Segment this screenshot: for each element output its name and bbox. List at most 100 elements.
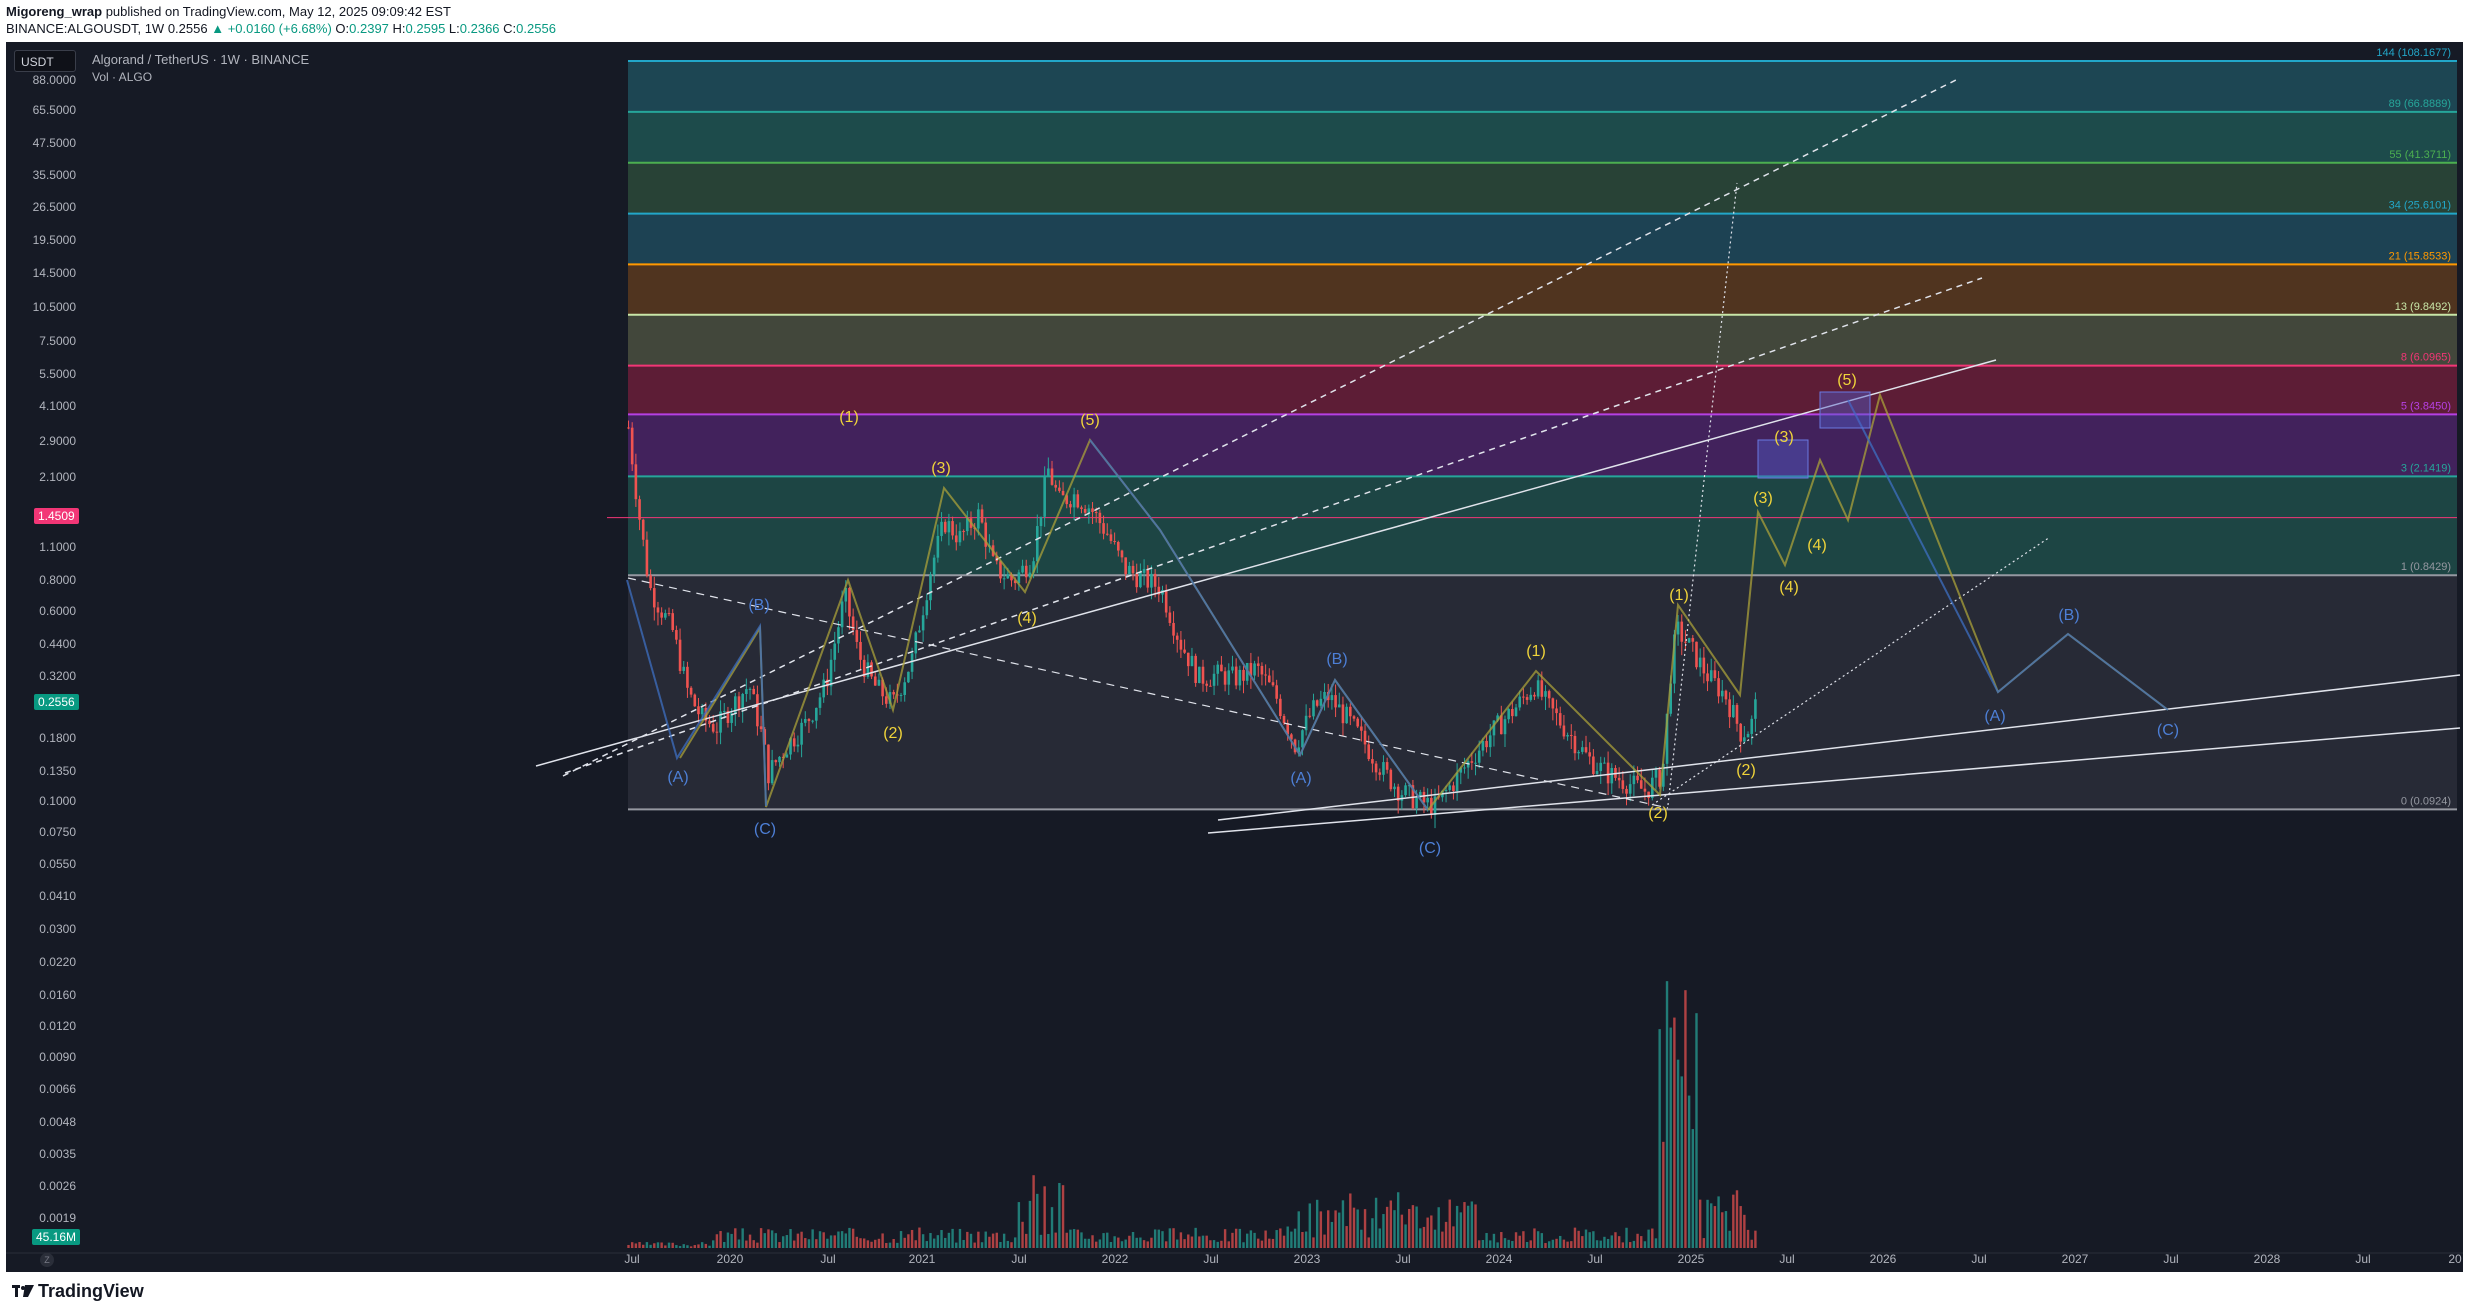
y-axis: 88.0000 65.5000 47.5000 35.5000 26.5000 19.50… xyxy=(33,73,77,1225)
blue-wave-label: (A) xyxy=(1984,708,2005,725)
candle-body xyxy=(745,689,748,695)
candle-body xyxy=(1069,504,1072,508)
y-tick-label: 0.0048 xyxy=(39,1115,76,1129)
volume-bar xyxy=(1290,1231,1293,1248)
candle-body xyxy=(951,521,954,536)
volume-bar xyxy=(1507,1239,1510,1248)
volume-bar xyxy=(1474,1204,1477,1248)
candle-body xyxy=(1271,682,1275,686)
candle-body xyxy=(697,706,700,715)
candle-body xyxy=(752,688,756,695)
blue-wave-label: (C) xyxy=(1419,840,1441,857)
candle-body xyxy=(1319,698,1323,706)
candle-body xyxy=(1164,590,1168,613)
y-tick-label: 0.6000 xyxy=(39,604,76,618)
volume-bar xyxy=(700,1242,704,1248)
candle-body xyxy=(737,696,741,710)
candle-body xyxy=(1349,706,1352,717)
volume-bar xyxy=(1430,1215,1433,1248)
volume-bar xyxy=(1190,1236,1194,1248)
volume-bar xyxy=(1205,1235,1208,1248)
y-tick-label: 35.5000 xyxy=(33,168,77,182)
candle-body xyxy=(818,697,822,708)
volume-bar xyxy=(1319,1211,1323,1248)
candle-body xyxy=(634,464,638,500)
candle-body xyxy=(1227,670,1231,685)
volume-bar xyxy=(1426,1217,1429,1248)
volume-bar xyxy=(1374,1197,1378,1248)
volume-bar xyxy=(656,1242,660,1248)
zoom-toggle-button[interactable]: Z xyxy=(40,1253,54,1267)
candle-body xyxy=(1588,752,1591,757)
candle-body xyxy=(1363,730,1367,745)
volume-bar xyxy=(822,1232,825,1248)
volume-bar xyxy=(1400,1214,1404,1248)
candle-body xyxy=(1223,671,1227,685)
candle-body xyxy=(715,731,719,733)
fib-label: 8 (6.0965) xyxy=(2401,352,2451,364)
candle-body xyxy=(627,427,630,429)
chart-svg[interactable]: 144 (108.1677) 89 (66.8889) 55 (41.3711) 34… xyxy=(0,0,2469,1310)
candle-body xyxy=(1282,715,1286,724)
yellow-wave-label: (1) xyxy=(1526,643,1546,660)
volume-bar xyxy=(1732,1194,1735,1248)
candle-body xyxy=(1610,768,1614,784)
candle-body xyxy=(954,535,958,543)
volume-bar xyxy=(1234,1228,1238,1248)
x-tick-label: Jul xyxy=(1395,1252,1410,1266)
candle-body xyxy=(1323,692,1326,699)
volume-bar xyxy=(962,1239,965,1248)
candle-body xyxy=(1080,507,1083,509)
volume-bar xyxy=(678,1246,682,1248)
volume-bar xyxy=(1338,1212,1341,1248)
volume-bar xyxy=(1382,1214,1385,1248)
blue-wave-label: (B) xyxy=(2058,607,2079,624)
candle-body xyxy=(932,557,936,575)
volume-bar xyxy=(1455,1205,1459,1248)
volume-bar xyxy=(1492,1233,1496,1248)
volume-bar xyxy=(1201,1235,1205,1248)
blue-wave-label: (C) xyxy=(2157,722,2179,739)
candle-body xyxy=(1404,785,1407,796)
volume-bar xyxy=(1396,1192,1400,1248)
candle-body xyxy=(1463,767,1466,769)
candle-body xyxy=(1120,550,1124,558)
brand-name[interactable]: TradingView xyxy=(38,1281,144,1302)
volume-bar xyxy=(1555,1238,1558,1248)
symbol-legend[interactable]: Algorand / TetherUS · 1W · BINANCE xyxy=(92,52,309,67)
footer: TradingView xyxy=(0,1272,2469,1310)
volume-bar xyxy=(881,1233,884,1248)
volume-bar xyxy=(1146,1241,1149,1248)
candle-body xyxy=(711,724,715,732)
yellow-wave-label: (4) xyxy=(1779,579,1799,596)
candle-body xyxy=(1595,771,1599,774)
volume-bar xyxy=(1478,1240,1481,1248)
volume-bar xyxy=(1721,1212,1724,1248)
currency-selector[interactable]: USDT xyxy=(14,50,76,72)
y-tick-label: 0.0120 xyxy=(39,1019,76,1033)
volume-bar xyxy=(1223,1229,1227,1248)
volume-bar xyxy=(1547,1241,1551,1248)
volume-bar xyxy=(1404,1224,1407,1248)
volume-bar xyxy=(689,1246,693,1248)
fib-label: 144 (108.1677) xyxy=(2376,47,2451,59)
candle-body xyxy=(1647,791,1650,798)
candle-body xyxy=(1024,565,1028,578)
volume-bar xyxy=(1551,1239,1555,1248)
volume-bar xyxy=(726,1232,730,1248)
candle-body xyxy=(1356,718,1359,727)
volume-bar xyxy=(984,1231,987,1248)
volume-bar xyxy=(1566,1241,1569,1248)
x-tick-label: 2020 xyxy=(717,1252,744,1266)
fib-label: 3 (2.1419) xyxy=(2401,462,2451,474)
yellow-wave-label: (2) xyxy=(1648,805,1668,822)
volume-legend[interactable]: Vol · ALGO xyxy=(92,70,152,84)
candle-body xyxy=(925,600,929,616)
fib-label: 34 (25.6101) xyxy=(2389,200,2451,212)
volume-bar xyxy=(671,1242,674,1248)
volume-bar xyxy=(1617,1236,1621,1248)
volume-bar xyxy=(944,1237,947,1248)
y-tick-label: 0.0026 xyxy=(39,1179,76,1193)
volume-bar xyxy=(914,1240,917,1248)
volume-bar xyxy=(1352,1207,1356,1248)
